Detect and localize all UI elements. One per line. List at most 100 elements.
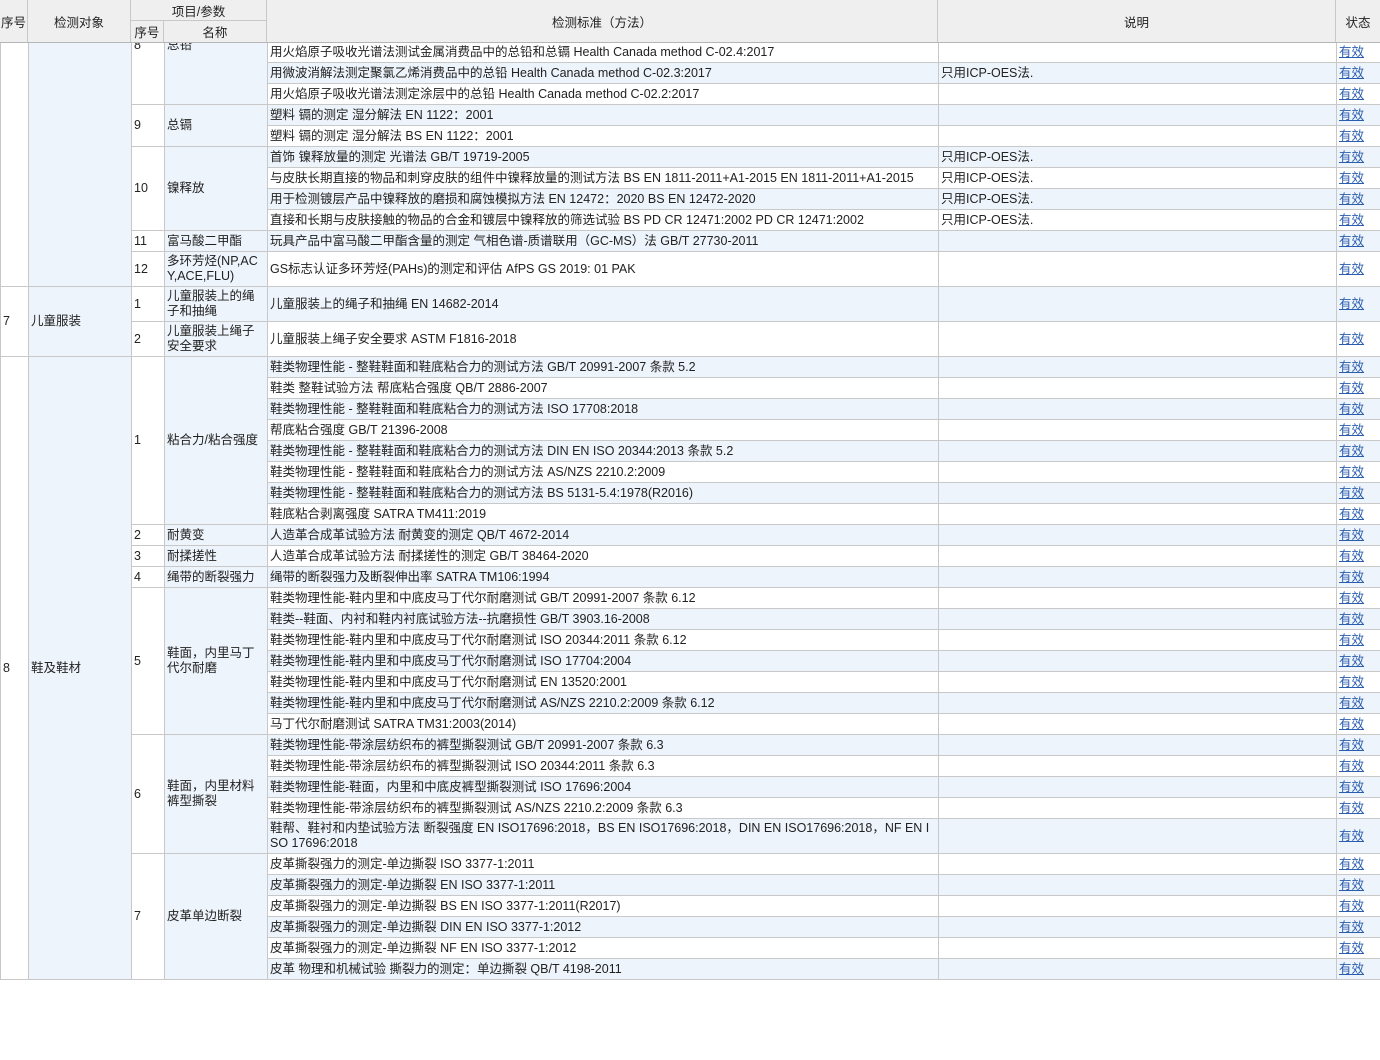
status-link[interactable]: 有效 xyxy=(1339,171,1364,185)
item-no: 4 xyxy=(131,566,165,588)
note-cell xyxy=(938,671,1337,693)
status-link[interactable]: 有效 xyxy=(1339,402,1364,416)
status-link[interactable]: 有效 xyxy=(1339,654,1364,668)
status-link[interactable]: 有效 xyxy=(1339,444,1364,458)
status-link[interactable]: 有效 xyxy=(1339,332,1364,346)
standard-cell: 塑料 镉的测定 湿分解法 EN 1122：2001 xyxy=(267,104,939,126)
item-name: 绳带的断裂强力 xyxy=(164,566,268,588)
status-link[interactable]: 有效 xyxy=(1339,423,1364,437)
header-standard: 检测标准（方法） xyxy=(267,0,938,42)
standard-cell: 鞋类物理性能 - 整鞋鞋面和鞋底粘合力的测试方法 ISO 17708:2018 xyxy=(267,398,939,420)
status-link[interactable]: 有效 xyxy=(1339,528,1364,542)
status-cell: 有效 xyxy=(1336,146,1380,168)
status-link[interactable]: 有效 xyxy=(1339,591,1364,605)
note-cell xyxy=(938,461,1337,483)
standard-cell: 鞋类物理性能 - 整鞋鞋面和鞋底粘合力的测试方法 AS/NZS 2210.2:2… xyxy=(267,461,939,483)
standard-cell: 儿童服装上的绳子和抽绳 EN 14682-2014 xyxy=(267,286,939,322)
status-link[interactable]: 有效 xyxy=(1339,87,1364,101)
status-link[interactable]: 有效 xyxy=(1339,920,1364,934)
standard-cell: 首饰 镍释放量的测定 光谱法 GB/T 19719-2005 xyxy=(267,146,939,168)
status-cell: 有效 xyxy=(1336,755,1380,777)
status-link[interactable]: 有效 xyxy=(1339,381,1364,395)
note-cell xyxy=(938,440,1337,462)
status-link[interactable]: 有效 xyxy=(1339,129,1364,143)
status-link[interactable]: 有效 xyxy=(1339,738,1364,752)
status-link[interactable]: 有效 xyxy=(1339,549,1364,563)
status-link[interactable]: 有效 xyxy=(1339,262,1364,276)
standard-cell: 鞋类物理性能 - 整鞋鞋面和鞋底粘合力的测试方法 GB/T 20991-2007… xyxy=(267,356,939,378)
item-no: 1 xyxy=(131,356,165,525)
status-cell: 有效 xyxy=(1336,874,1380,896)
note-cell xyxy=(938,503,1337,525)
status-link[interactable]: 有效 xyxy=(1339,507,1364,521)
status-cell: 有效 xyxy=(1336,125,1380,147)
status-cell: 有效 xyxy=(1336,209,1380,231)
table-row: 2 耐黄变 人造革合成革试验方法 耐黄变的测定 QB/T 4672-2014 有效 xyxy=(1,524,1380,546)
standard-cell: 人造革合成革试验方法 耐揉搓性的测定 GB/T 38464-2020 xyxy=(267,545,939,567)
status-link[interactable]: 有效 xyxy=(1339,465,1364,479)
note-cell xyxy=(938,104,1337,126)
standard-cell: 鞋类物理性能 - 整鞋鞋面和鞋底粘合力的测试方法 BS 5131-5.4:197… xyxy=(267,482,939,504)
header-item-no: 序号 xyxy=(131,21,164,42)
status-link[interactable]: 有效 xyxy=(1339,234,1364,248)
status-link[interactable]: 有效 xyxy=(1339,486,1364,500)
status-cell: 有效 xyxy=(1336,608,1380,630)
table-row: 6 鞋面，内里材料裤型撕裂 鞋类物理性能-带涂层纺织布的裤型撕裂测试 GB/T 20… xyxy=(1,734,1380,854)
standard-cell: 用火焰原子吸收光谱法测试金属消费品中的总铅和总镉 Health Canada m… xyxy=(267,41,939,63)
status-link[interactable]: 有效 xyxy=(1339,213,1364,227)
status-link[interactable]: 有效 xyxy=(1339,612,1364,626)
status-link[interactable]: 有效 xyxy=(1339,108,1364,122)
header-item-name: 名称 xyxy=(202,26,228,40)
status-cell: 有效 xyxy=(1336,167,1380,189)
item-name: 鞋面，内里材料裤型撕裂 xyxy=(164,734,268,854)
item-no: 1 xyxy=(131,286,165,322)
item-name: 富马酸二甲酯 xyxy=(164,230,268,252)
status-cell: 有效 xyxy=(1336,916,1380,938)
status-link[interactable]: 有效 xyxy=(1339,66,1364,80)
standard-cell: 用微波消解法测定聚氯乙烯消费品中的总铅 Health Canada method… xyxy=(267,62,939,84)
item-no: 5 xyxy=(131,587,165,735)
item-name: 儿童服装上的绳子和抽绳 xyxy=(164,286,268,322)
item-no: 7 xyxy=(131,853,165,980)
group-object: 鞋及鞋材 xyxy=(28,356,132,980)
status-link[interactable]: 有效 xyxy=(1339,150,1364,164)
status-link[interactable]: 有效 xyxy=(1339,962,1364,976)
item-name: 儿童服装上绳子安全要求 xyxy=(164,321,268,357)
status-link[interactable]: 有效 xyxy=(1339,829,1364,843)
status-link[interactable]: 有效 xyxy=(1339,801,1364,815)
note-cell xyxy=(938,125,1337,147)
status-link[interactable]: 有效 xyxy=(1339,297,1364,311)
group-object: 儿童服装 xyxy=(28,286,132,357)
status-link[interactable]: 有效 xyxy=(1339,759,1364,773)
status-cell: 有效 xyxy=(1336,937,1380,959)
item-name: 耐揉搓性 xyxy=(164,545,268,567)
standard-cell: 鞋类物理性能-鞋内里和中底皮马丁代尔耐磨测试 GB/T 20991-2007 条… xyxy=(267,587,939,609)
standard-cell: 鞋类物理性能-鞋内里和中底皮马丁代尔耐磨测试 ISO 17704:2004 xyxy=(267,650,939,672)
status-cell: 有效 xyxy=(1336,734,1380,756)
status-cell: 有效 xyxy=(1336,377,1380,399)
status-link[interactable]: 有效 xyxy=(1339,941,1364,955)
status-link[interactable]: 有效 xyxy=(1339,717,1364,731)
status-link[interactable]: 有效 xyxy=(1339,633,1364,647)
status-link[interactable]: 有效 xyxy=(1339,192,1364,206)
status-link[interactable]: 有效 xyxy=(1339,899,1364,913)
note-cell xyxy=(938,853,1337,875)
status-cell: 有效 xyxy=(1336,321,1380,357)
item-no: 3 xyxy=(131,545,165,567)
group-seq: 8 xyxy=(0,356,29,980)
status-link[interactable]: 有效 xyxy=(1339,675,1364,689)
item-name: 皮革单边断裂 xyxy=(164,853,268,980)
status-link[interactable]: 有效 xyxy=(1339,696,1364,710)
note-cell xyxy=(938,251,1337,287)
status-cell: 有效 xyxy=(1336,419,1380,441)
standard-cell: 鞋类物理性能-带涂层纺织布的裤型撕裂测试 AS/NZS 2210.2:2009 … xyxy=(267,797,939,819)
status-link[interactable]: 有效 xyxy=(1339,45,1364,59)
table-row: 3 耐揉搓性 人造革合成革试验方法 耐揉搓性的测定 GB/T 38464-2020 有… xyxy=(1,545,1380,567)
status-link[interactable]: 有效 xyxy=(1339,780,1364,794)
status-link[interactable]: 有效 xyxy=(1339,857,1364,871)
standard-cell: 人造革合成革试验方法 耐黄变的测定 QB/T 4672-2014 xyxy=(267,524,939,546)
status-link[interactable]: 有效 xyxy=(1339,570,1364,584)
status-link[interactable]: 有效 xyxy=(1339,360,1364,374)
note-cell xyxy=(938,286,1337,322)
status-link[interactable]: 有效 xyxy=(1339,878,1364,892)
